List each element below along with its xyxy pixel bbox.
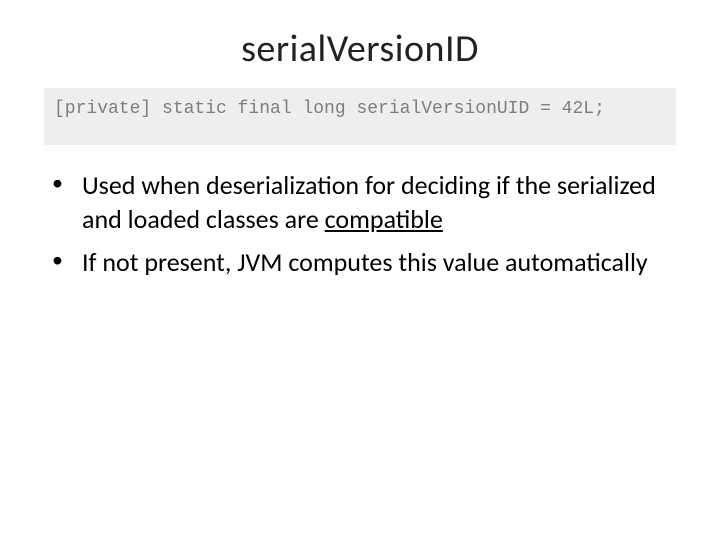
bullet-item-1: Used when deserialization for deciding i… [66,169,676,236]
bullet-2-text: If not present, JVM computes this value … [82,246,648,278]
code-snippet: [private] static final long serialVersio… [44,88,676,145]
slide: serialVersionID [private] static final l… [0,0,720,540]
bullet-list: Used when deserialization for deciding i… [44,169,676,279]
bullet-1-underlined: compatible [325,203,443,235]
bullet-item-2: If not present, JVM computes this value … [66,246,676,279]
slide-title: serialVersionID [44,26,676,72]
